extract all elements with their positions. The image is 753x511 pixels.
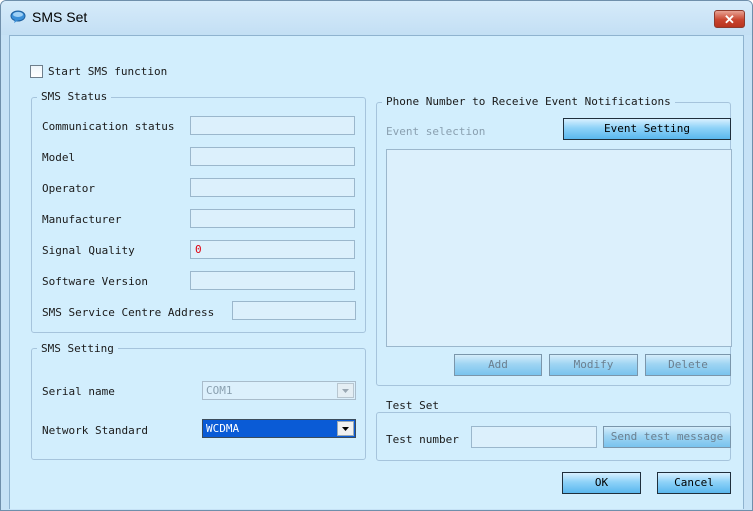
service-centre-field[interactable] [232,301,356,320]
network-standard-value: WCDMA [206,422,240,435]
signal-quality-label: Signal Quality [42,244,135,257]
event-setting-button[interactable]: Event Setting [563,118,731,140]
sms-status-title: SMS Status [37,90,112,103]
modify-button[interactable]: Modify [549,354,638,376]
network-standard-label: Network Standard [42,424,148,437]
software-version-field[interactable] [190,271,355,290]
start-sms-checkbox[interactable] [30,65,43,78]
app-icon [10,10,26,23]
communication-status-label: Communication status [42,120,175,133]
notifications-title: Phone Number to Receive Event Notificati… [382,95,675,108]
event-selection-label: Event selection [386,125,486,138]
chevron-down-icon[interactable] [337,421,354,436]
sms-setting-title: SMS Setting [37,342,118,355]
start-sms-label: Start SMS function [48,65,168,78]
manufacturer-label: Manufacturer [42,213,122,226]
communication-status-field[interactable] [190,116,355,135]
add-button[interactable]: Add [454,354,542,376]
serial-name-label: Serial name [42,385,115,398]
window-title: SMS Set [32,9,88,25]
model-field[interactable] [190,147,355,166]
signal-quality-field[interactable]: 0 [190,240,355,259]
send-test-message-button[interactable]: Send test message [603,426,731,448]
operator-field[interactable] [190,178,355,197]
serial-name-value: COM1 [206,384,233,397]
ok-button[interactable]: OK [562,472,641,494]
model-label: Model [42,151,76,164]
title-bar[interactable]: SMS Set ✕ [1,1,752,35]
phone-number-list[interactable] [386,149,732,347]
cancel-button[interactable]: Cancel [657,472,731,494]
test-set-title: Test Set [382,399,443,412]
test-number-field[interactable] [471,426,597,448]
manufacturer-field[interactable] [190,209,355,228]
close-icon: ✕ [724,12,735,27]
sms-set-dialog: SMS Set ✕ Start SMS function SMS Status … [0,0,753,511]
chevron-down-icon[interactable] [337,383,354,398]
network-standard-select[interactable]: WCDMA [202,419,356,438]
software-version-label: Software Version [42,275,148,288]
operator-label: Operator [42,182,95,195]
sms-setting-group [31,348,366,460]
serial-name-select[interactable]: COM1 [202,381,356,400]
close-button[interactable]: ✕ [714,10,745,28]
delete-button[interactable]: Delete [645,354,731,376]
test-number-label: Test number [386,433,459,446]
service-centre-label: SMS Service Centre Address [42,306,215,319]
